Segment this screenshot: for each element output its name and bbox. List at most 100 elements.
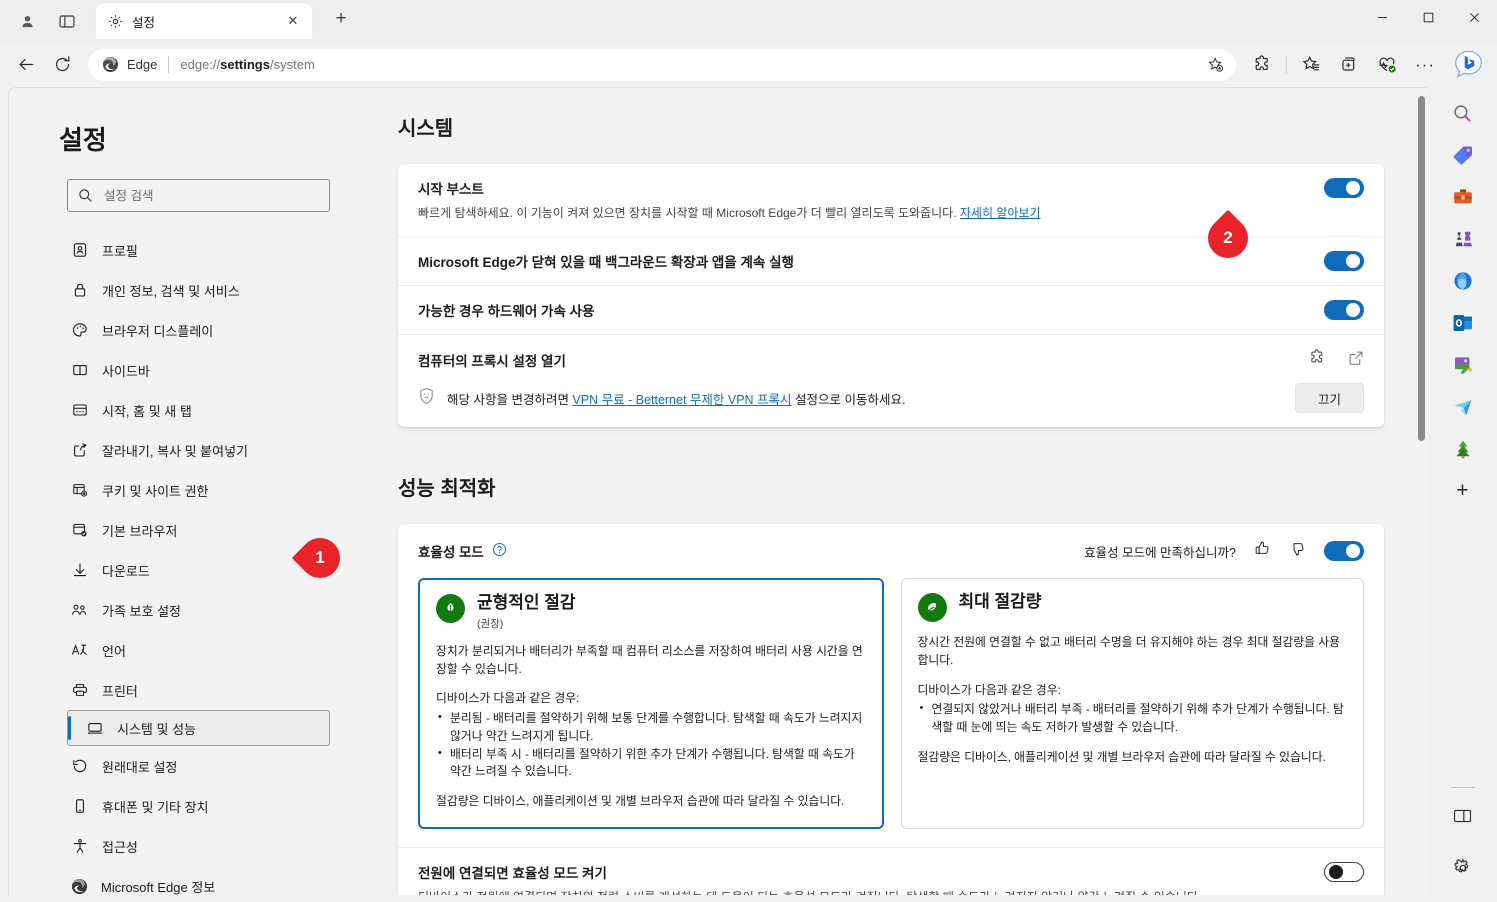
sidebar-item-label: 언어 [102,643,126,659]
sidebar-item-printers[interactable]: 프린터 [9,670,330,710]
feedback-question: 효율성 모드에 만족하십니까? [1084,545,1236,560]
tab-close-button[interactable]: ✕ [282,10,304,32]
thumbs-down-icon[interactable] [1289,540,1306,562]
startup-boost-title: 시작 부스트 [418,182,484,197]
add-sidebar-app-button[interactable]: + [1445,473,1481,509]
search-input[interactable] [104,188,319,203]
outlook-icon[interactable] [1445,305,1481,341]
toggle-knob [1346,544,1360,559]
annotation-marker-1: 1 [291,529,349,587]
thumbs-up-icon[interactable] [1254,540,1271,562]
proxy-notice-row: 해당 사항을 변경하려면 VPN 무료 - Betternet 무제한 VPN … [418,383,1364,414]
office-icon[interactable] [1445,263,1481,299]
learn-more-link[interactable]: 자세히 알아보기 [960,206,1041,220]
drop-icon[interactable] [1445,389,1481,425]
copilot-bing-button[interactable] [1451,48,1485,82]
back-button[interactable] [8,49,44,81]
favorites-button[interactable] [1293,49,1329,81]
sidebar-item-accessibility[interactable]: 접근성 [9,826,330,866]
browser-essentials-button[interactable] [1369,49,1405,81]
sidebar-item-profile[interactable]: 프로필 [9,230,330,270]
puzzle-icon [1255,55,1268,71]
family-icon [71,602,88,619]
address-bar[interactable]: Edge edge://settings/system [88,48,1236,81]
shopping-tag-icon[interactable] [1445,137,1481,173]
toggle-knob [1346,303,1360,318]
refresh-button[interactable] [44,49,80,81]
leaf-balanced-icon [436,594,465,624]
efficiency-option-maximum[interactable]: 최대 절감량 장시간 전원에 연결할 수 없고 배터리 수명을 더 유지해야 하… [900,578,1364,829]
tools-briefcase-icon[interactable] [1445,179,1481,215]
more-options-button[interactable]: ··· [1407,49,1443,81]
efficiency-mode-title-group: 효율성 모드 [418,541,507,561]
designer-icon[interactable] [1445,347,1481,383]
maximize-button[interactable] [1405,0,1451,34]
accessibility-icon [71,838,88,855]
vpn-extension-link[interactable]: VPN 무료 - Betternet 무제한 VPN 프록시 [572,393,791,407]
efficiency-mode-toggle[interactable] [1324,541,1364,562]
sidebar-item-family-safety[interactable]: 가족 보호 설정 [9,590,330,630]
search-icon [79,189,92,202]
settings-sidebar: 설정 프로필 개인 정보, 검색 및 서비스 브라우저 디스플레이 [9,88,346,895]
search-icon[interactable] [1445,95,1481,131]
browser-tab-settings[interactable]: 설정 ✕ [96,3,312,39]
sidebar-item-default-browser[interactable]: 기본 브라우저 [9,510,330,550]
plugged-in-toggle[interactable] [1324,861,1364,882]
maximum-footer: 절감량은 디바이스, 애플리케이션 및 개별 브라우저 습관에 따라 달라질 수… [917,749,1326,764]
cookie-icon [71,482,88,499]
sidebar-item-about-edge[interactable]: Microsoft Edge 정보 [9,866,330,895]
tab-actions-button[interactable] [50,6,84,36]
sidebar-item-sidebar[interactable]: 사이드바 [9,350,330,390]
help-icon[interactable] [492,542,507,560]
language-icon [71,642,88,659]
proxy-turn-off-button[interactable]: 끄기 [1294,383,1364,414]
background-apps-toggle[interactable] [1324,251,1364,272]
sidebar-item-cookies-permissions[interactable]: 쿠키 및 사이트 권한 [9,470,330,510]
browser-toolbar: Edge edge://settings/system ··· [0,42,1497,87]
list-item: 분리됨 - 배터리를 절약하기 위해 보통 단계를 수행합니다. 탐색할 때 속… [436,709,866,745]
games-icon[interactable] [1445,221,1481,257]
tree-icon[interactable] [1445,431,1481,467]
list-item: 연결되지 않았거나 배터리 부족 - 배터리를 절약하기 위해 추가 단계가 수… [918,700,1348,736]
sidebar-item-label: 프린터 [102,683,138,699]
content-scrollbar[interactable] [1414,88,1428,895]
proxy-title: 컴퓨터의 프록시 설정 열기 [418,354,566,370]
sidebar-item-label: 원래대로 설정 [102,759,178,775]
sidebar-item-start-home-newtab[interactable]: 시작, 홈 및 새 탭 [9,390,330,430]
new-tab-button[interactable]: + [326,4,356,34]
sidebar-item-phone-devices[interactable]: 휴대폰 및 기타 장치 [9,786,330,826]
reset-icon [71,758,88,775]
open-external-icon[interactable] [1348,350,1364,371]
startup-boost-desc-text: 빠르게 탐색하세요. 이 기능이 켜져 있으면 장치를 시작할 때 Micros… [418,206,960,220]
sidebar-item-languages[interactable]: 언어 [9,630,330,670]
maximum-card-titles: 최대 절감량 [959,593,1042,615]
plugged-in-row: 전원에 연결되면 효율성 모드 켜기 디바이스가 전원에 연결되면 장치의 전력… [398,846,1384,895]
sidebar-item-downloads[interactable]: 다운로드 [9,550,330,590]
share-icon [71,442,88,459]
gear-icon[interactable] [1445,850,1481,886]
phone-icon [71,798,88,815]
startup-boost-toggle[interactable] [1324,178,1364,198]
close-button[interactable] [1451,0,1497,34]
hardware-accel-toggle[interactable] [1324,300,1364,321]
settings-search-box[interactable] [67,179,330,212]
sidebar-item-appearance[interactable]: 브라우저 디스플레이 [9,310,330,350]
extensions-button[interactable] [1244,49,1280,81]
sidebar-item-label: 시스템 및 성능 [117,721,196,737]
heart-pulse-icon [1379,57,1396,72]
sidebar-item-label: 다운로드 [102,563,150,579]
sidebar-item-system-performance[interactable]: 시스템 및 성능 [67,710,330,746]
page-title: 설정 [59,125,107,155]
efficiency-option-balanced[interactable]: 균형적인 절감 (권장) 장치가 분리되거나 배터리가 부족할 때 컴퓨터 리소… [418,578,884,829]
scrollbar-thumb[interactable] [1418,96,1425,441]
profile-avatar-button[interactable] [10,6,44,36]
collections-button[interactable] [1331,49,1367,81]
sidebar-item-privacy[interactable]: 개인 정보, 검색 및 서비스 [9,270,330,310]
home-icon [71,402,88,419]
minimize-button[interactable] [1359,0,1405,34]
split-screen-icon[interactable] [1445,798,1481,834]
hardware-accel-title: 가능한 경우 하드웨어 가속 사용 [418,304,595,320]
sidebar-item-share-copy-paste[interactable]: 잘라내기, 복사 및 붙여넣기 [9,430,330,470]
sidebar-item-reset-settings[interactable]: 원래대로 설정 [9,746,330,786]
add-favorite-button[interactable] [1202,50,1230,79]
